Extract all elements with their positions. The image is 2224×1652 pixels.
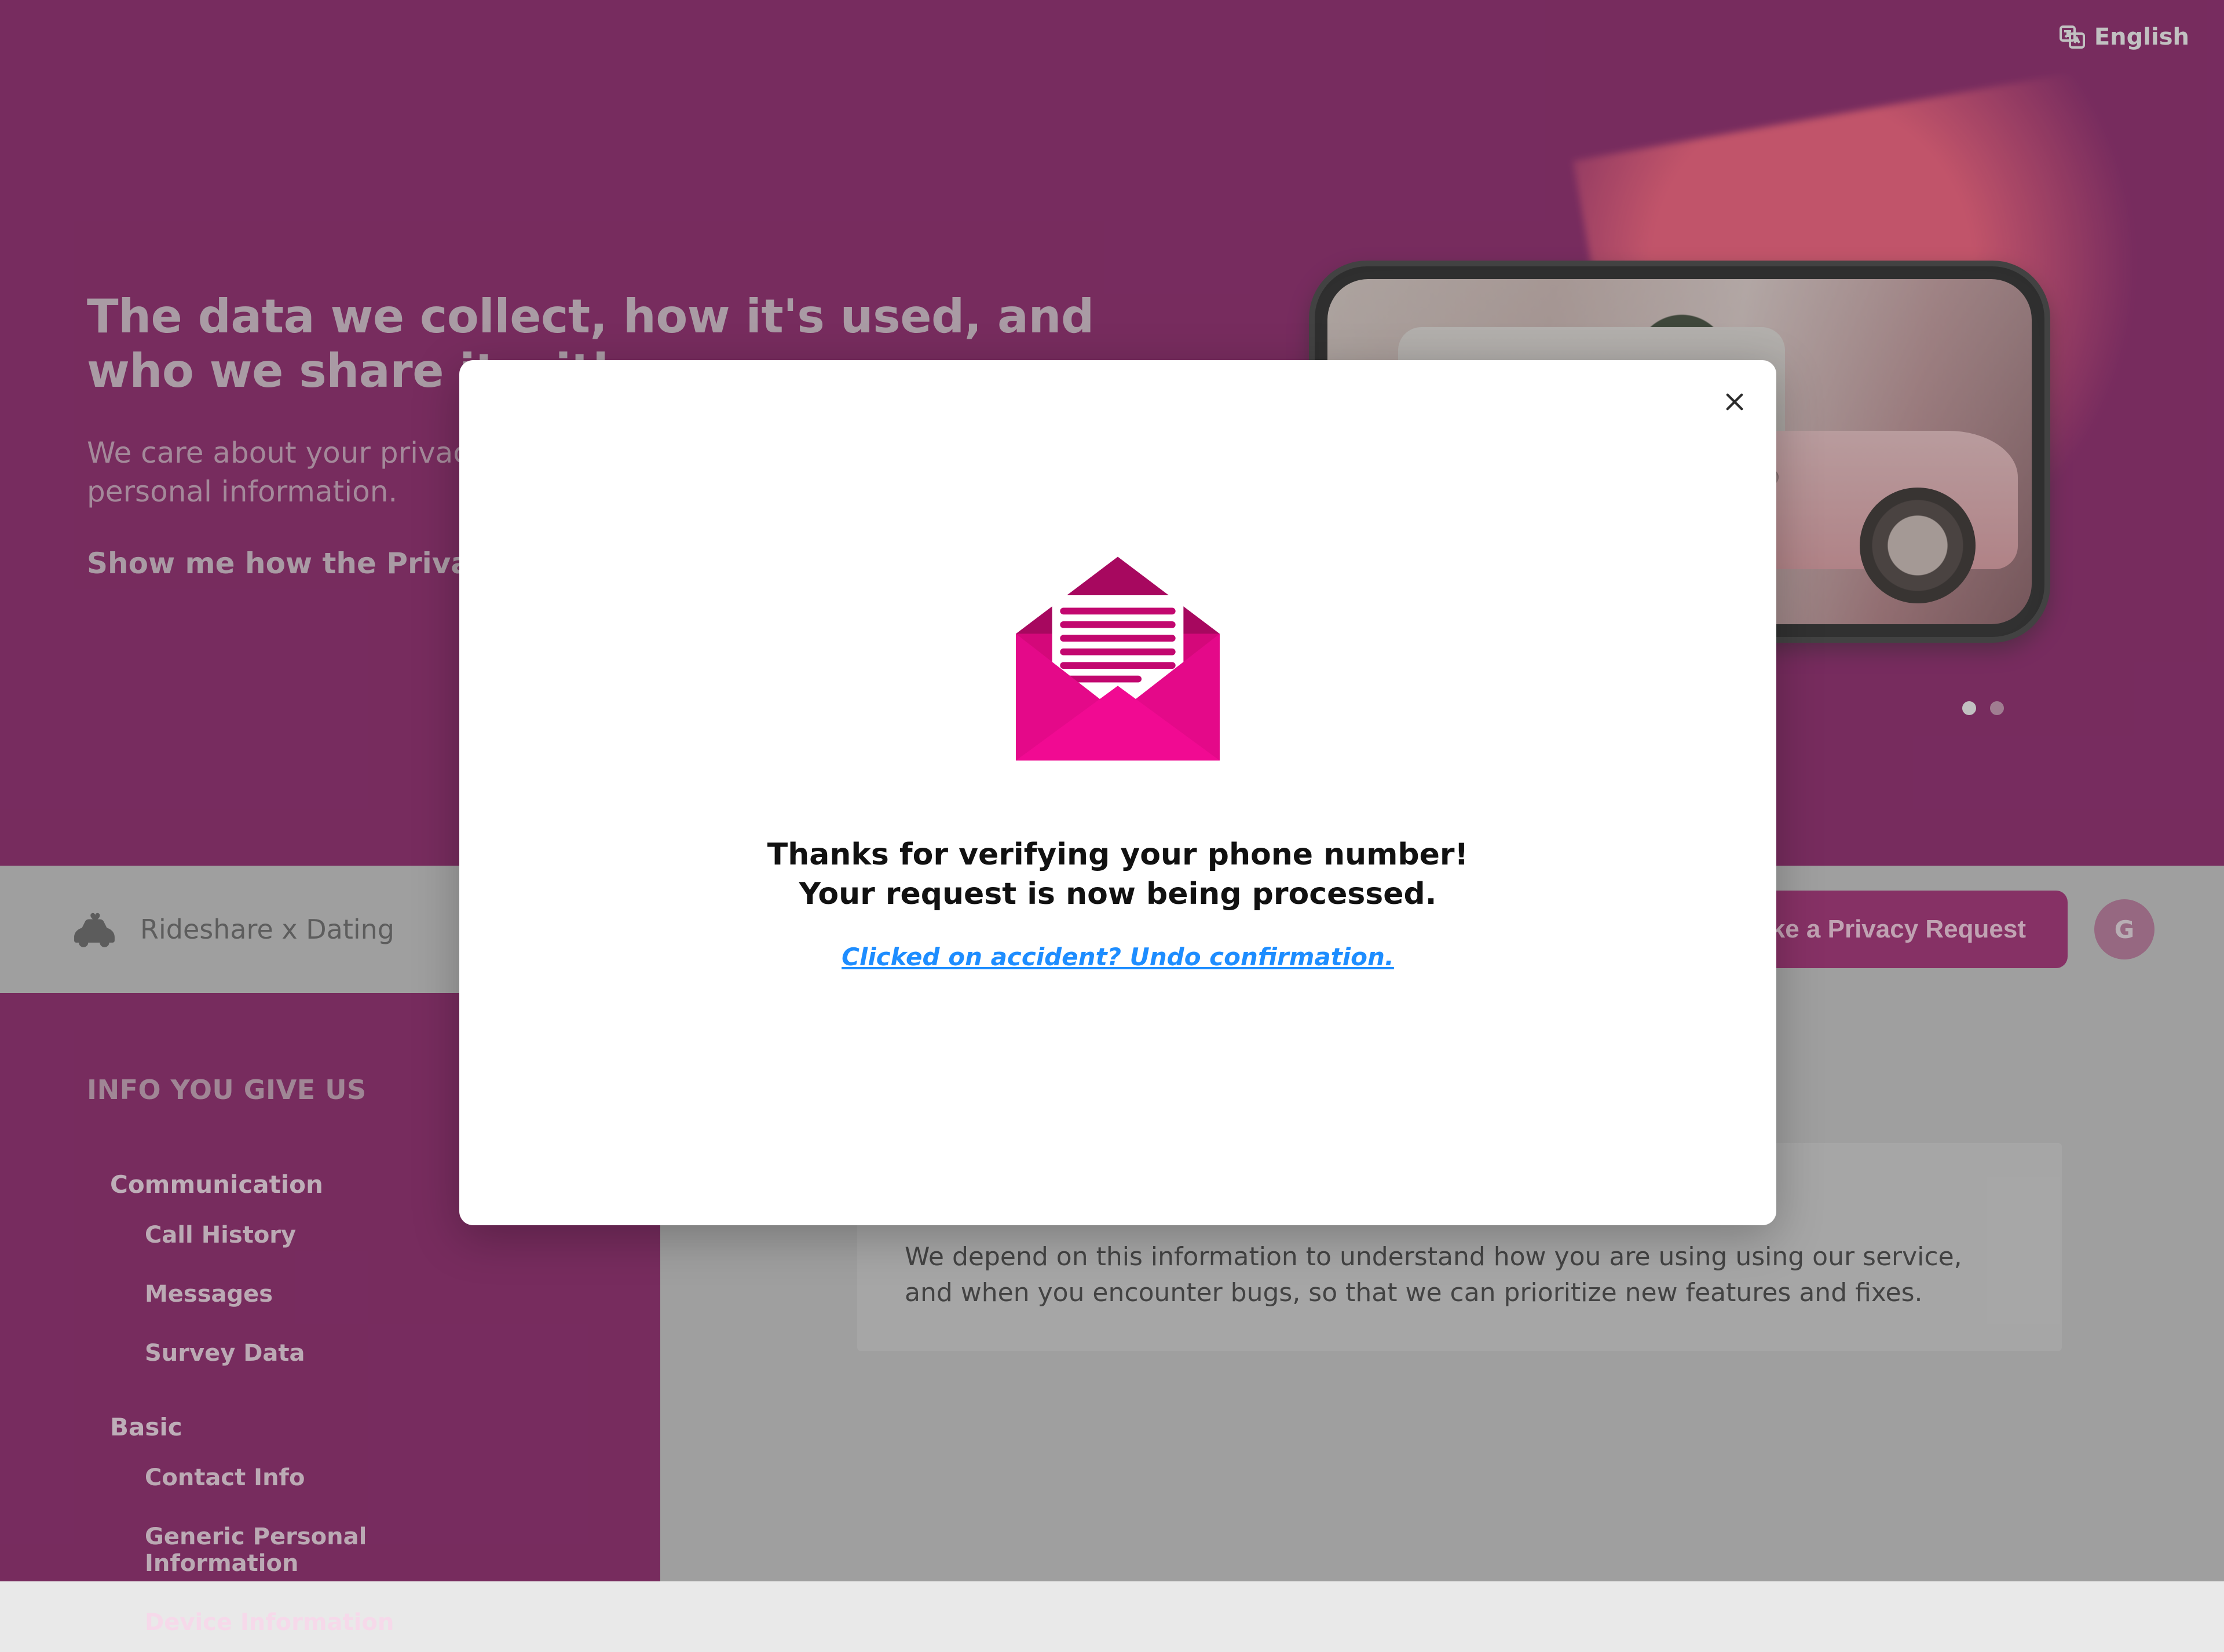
envelope-letter-icon [993, 545, 1242, 772]
modal-title: Thanks for verifying your phone number! … [730, 836, 1506, 914]
undo-confirmation-link[interactable]: Clicked on accident? Undo confirmation. [842, 943, 1394, 971]
sidebar-item-device-info[interactable]: Device Information [87, 1593, 573, 1652]
close-button[interactable] [1718, 386, 1751, 418]
confirmation-modal: Thanks for verifying your phone number! … [459, 360, 1776, 1225]
close-icon [1722, 390, 1747, 414]
